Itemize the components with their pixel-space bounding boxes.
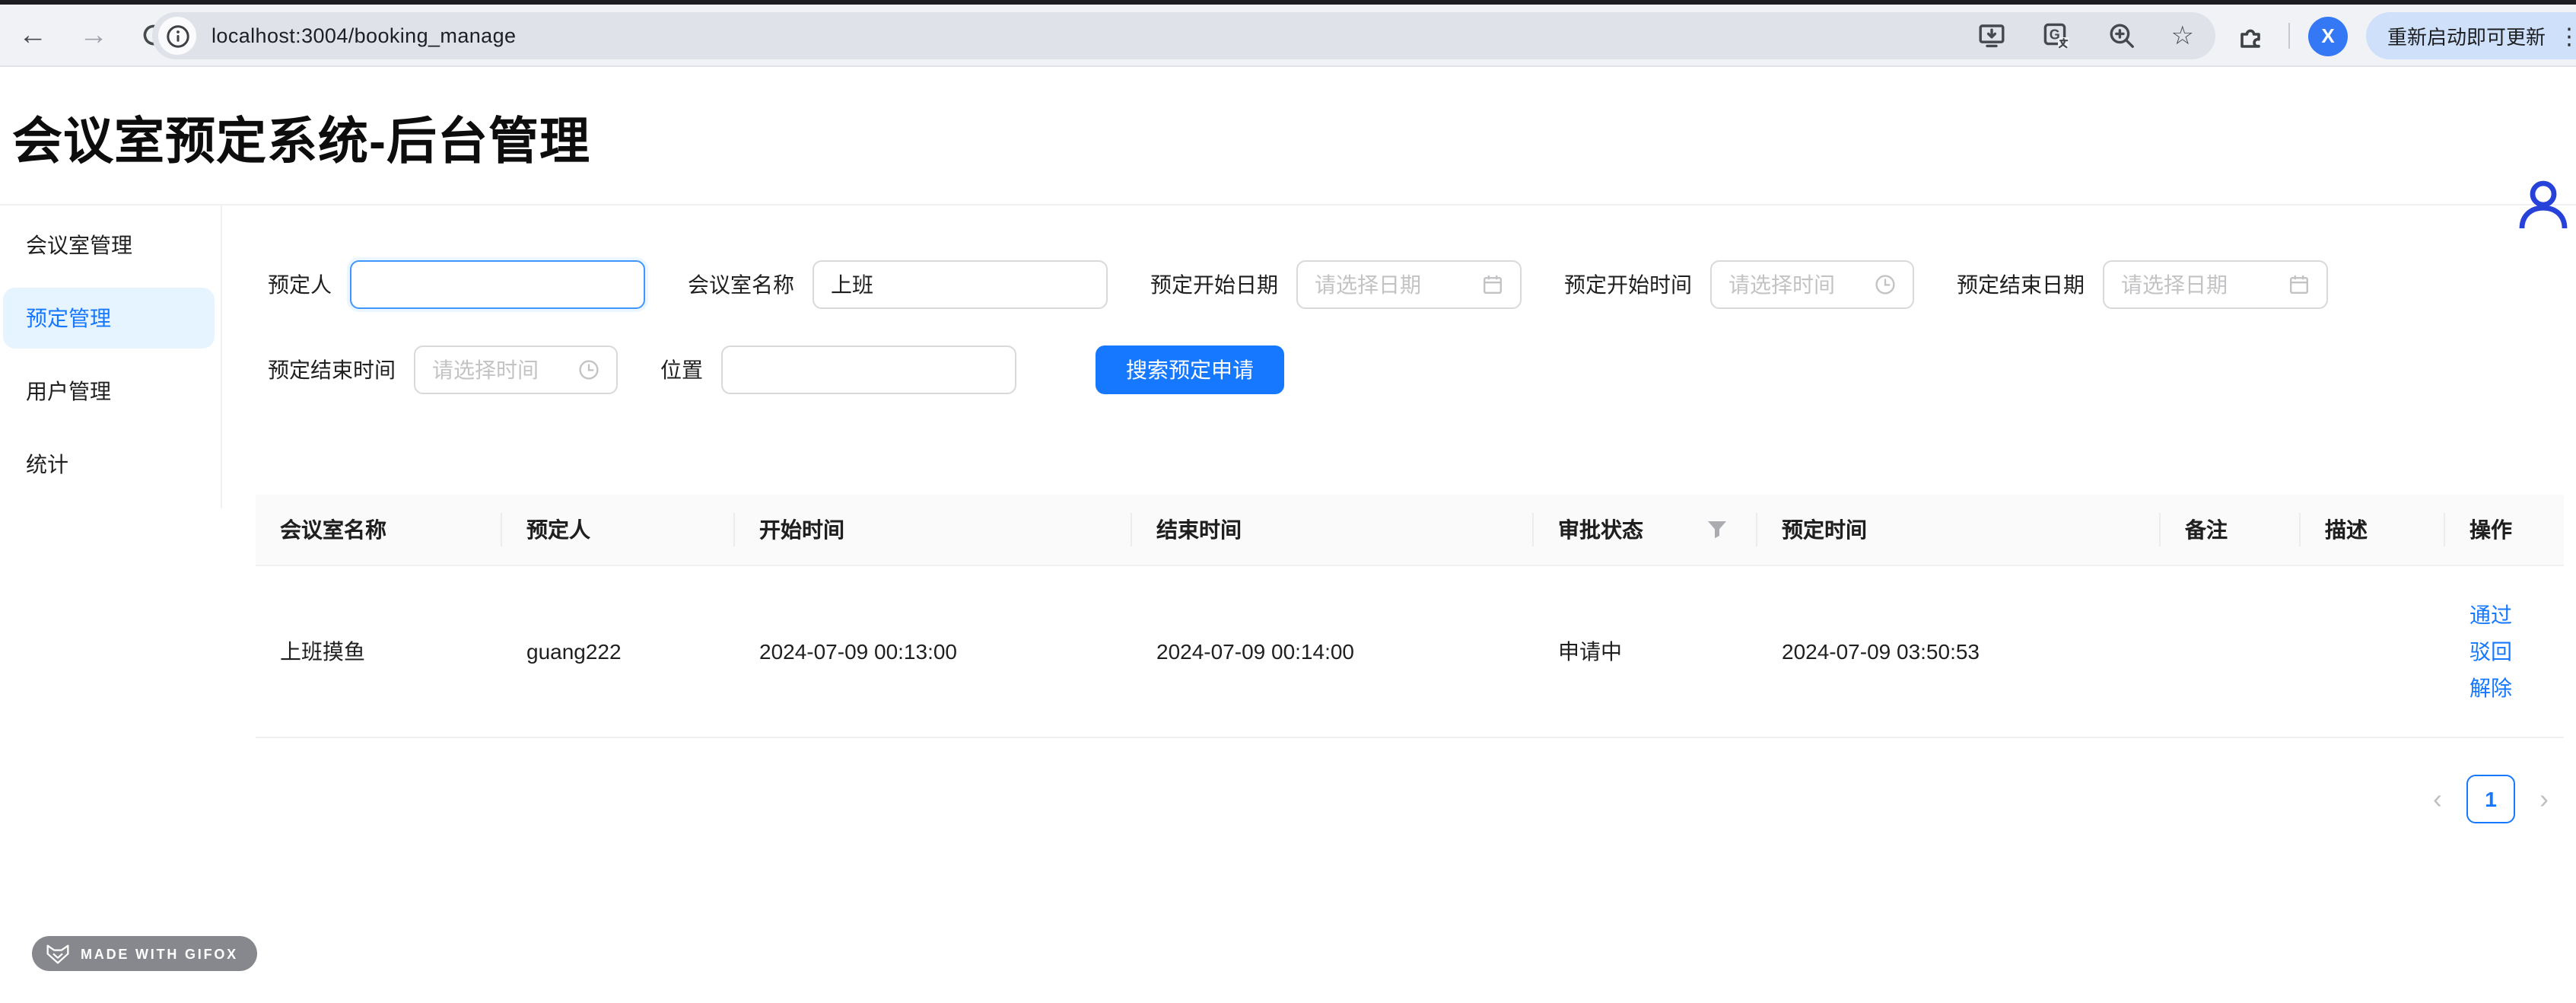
booker-input[interactable] [350, 260, 645, 309]
end-time-input[interactable] [432, 358, 569, 382]
reject-link[interactable]: 驳回 [2469, 633, 2539, 670]
forward-icon[interactable]: → [79, 21, 108, 49]
column-header-note[interactable]: 备注 [2161, 495, 2301, 566]
url-text[interactable]: localhost:3004/booking_manage [211, 24, 516, 47]
clock-icon [578, 359, 599, 381]
search-bookings-button[interactable]: 搜索预定申请 [1096, 345, 1284, 394]
table-row: 上班摸鱼 guang222 2024-07-09 00:13:00 2024-0… [256, 566, 2564, 738]
location-label: 位置 [660, 355, 703, 385]
column-header-end[interactable]: 结束时间 [1132, 495, 1534, 566]
sidebar-item-statistics[interactable]: 统计 [3, 434, 215, 495]
page-1-button[interactable]: 1 [2466, 775, 2515, 823]
sidebar: 会议室管理 预定管理 用户管理 统计 [0, 205, 222, 508]
column-header-description[interactable]: 描述 [2301, 495, 2445, 566]
cell-actions: 通过 驳回 解除 [2445, 566, 2564, 738]
cell-description [2301, 566, 2445, 738]
install-app-icon[interactable] [1977, 21, 2007, 50]
toolbar-separator [2288, 23, 2290, 49]
column-header-status[interactable]: 审批状态 [1534, 495, 1757, 566]
cell-end: 2024-07-09 00:14:00 [1132, 566, 1534, 738]
sidebar-item-user-management[interactable]: 用户管理 [3, 361, 215, 422]
end-date-input[interactable] [2121, 272, 2279, 297]
page-header: 会议室预定系统-后台管理 [0, 67, 2576, 205]
made-with-gifox-badge: MADE WITH GIFOX [32, 936, 256, 971]
cell-status: 申请中 [1534, 566, 1757, 738]
clock-icon [1875, 274, 1896, 295]
back-icon[interactable]: ← [18, 21, 47, 49]
bookings-table: 会议室名称 预定人 开始时间 结束时间 审批状态 [256, 495, 2564, 738]
column-header-booker[interactable]: 预定人 [502, 495, 735, 566]
booker-label: 预定人 [268, 269, 332, 300]
sidebar-item-booking-management[interactable]: 预定管理 [3, 288, 215, 349]
bookmark-star-icon[interactable]: ☆ [2171, 23, 2195, 49]
start-time-picker[interactable] [1710, 260, 1914, 309]
relaunch-update-button[interactable]: 重新启动即可更新 ⋮ [2366, 12, 2576, 59]
next-page-icon[interactable]: › [2539, 785, 2549, 813]
address-bar[interactable]: localhost:3004/booking_manage G [152, 12, 2215, 59]
site-info-icon[interactable] [158, 17, 196, 55]
browser-menu-icon[interactable]: ⋮ [2558, 22, 2576, 49]
pagination: ‹ 1 › [256, 775, 2564, 823]
cell-start: 2024-07-09 00:13:00 [735, 566, 1132, 738]
remove-link[interactable]: 解除 [2469, 670, 2539, 706]
gifox-label: MADE WITH GIFOX [81, 946, 238, 961]
status-header-label: 审批状态 [1558, 514, 1643, 545]
main-content: 预定人 会议室名称 预定开始日期 [222, 205, 2576, 823]
start-time-label: 预定开始时间 [1564, 269, 1692, 300]
start-date-input[interactable] [1315, 272, 1473, 297]
cell-room: 上班摸鱼 [256, 566, 502, 738]
prev-page-icon[interactable]: ‹ [2433, 785, 2442, 813]
column-header-room[interactable]: 会议室名称 [256, 495, 502, 566]
extensions-icon[interactable] [2237, 21, 2267, 51]
relaunch-update-label: 重新启动即可更新 [2387, 21, 2546, 50]
search-filter-form: 预定人 会议室名称 预定开始日期 [256, 205, 2576, 394]
browser-profile-avatar[interactable]: X [2308, 16, 2348, 56]
gifox-fox-icon [46, 943, 70, 964]
filter-icon[interactable] [1707, 521, 1733, 539]
calendar-icon [2288, 274, 2310, 295]
browser-toolbar: ← → localhost:3004/booking_manage [0, 5, 2576, 67]
column-header-start[interactable]: 开始时间 [735, 495, 1132, 566]
start-date-picker[interactable] [1296, 260, 1522, 309]
translate-icon[interactable]: G [2042, 21, 2072, 51]
end-date-label: 预定结束日期 [1957, 269, 2085, 300]
calendar-icon [1482, 274, 1503, 295]
cell-note [2161, 566, 2301, 738]
sidebar-item-room-management[interactable]: 会议室管理 [3, 215, 215, 275]
room-name-label: 会议室名称 [688, 269, 794, 300]
start-date-label: 预定开始日期 [1150, 269, 1278, 300]
table-header-row: 会议室名称 预定人 开始时间 结束时间 审批状态 [256, 495, 2564, 566]
room-name-input[interactable] [813, 260, 1108, 309]
cell-booked-at: 2024-07-09 03:50:53 [1757, 566, 2161, 738]
end-time-picker[interactable] [414, 345, 618, 394]
end-date-picker[interactable] [2103, 260, 2328, 309]
column-header-actions[interactable]: 操作 [2445, 495, 2564, 566]
app-root: ← → localhost:3004/booking_manage [0, 0, 2576, 1003]
start-time-input[interactable] [1728, 272, 1865, 297]
approve-link[interactable]: 通过 [2469, 597, 2539, 633]
cell-booker: guang222 [502, 566, 735, 738]
column-header-booked-at[interactable]: 预定时间 [1757, 495, 2161, 566]
zoom-icon[interactable] [2107, 21, 2136, 50]
user-profile-icon[interactable] [2515, 178, 2571, 233]
location-input[interactable] [721, 345, 1016, 394]
end-time-label: 预定结束时间 [268, 355, 396, 385]
page-title: 会议室预定系统-后台管理 [12, 100, 590, 174]
